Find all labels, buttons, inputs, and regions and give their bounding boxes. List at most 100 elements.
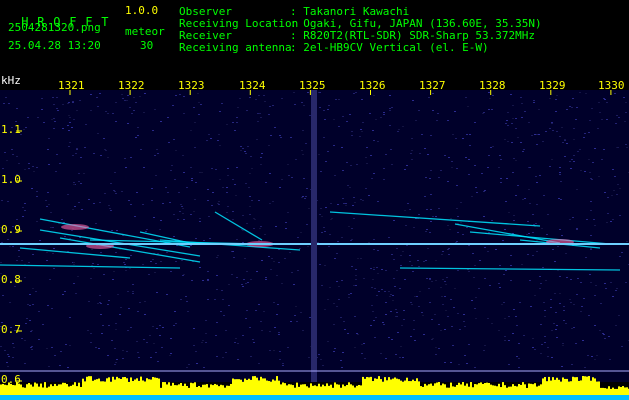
- noise-speck: [124, 158, 126, 159]
- noise-speck: [436, 120, 438, 121]
- noise-speck: [590, 282, 592, 283]
- noise-speck: [381, 289, 383, 290]
- noise-speck: [460, 222, 462, 223]
- noise-speck: [424, 148, 426, 149]
- noise-speck: [341, 367, 343, 368]
- noise-speck: [289, 252, 291, 253]
- noise-speck: [445, 310, 447, 311]
- noise-speck: [50, 212, 52, 213]
- noise-speck: [564, 140, 566, 141]
- noise-speck: [409, 261, 411, 262]
- noise-speck: [52, 227, 54, 228]
- noise-speck: [356, 164, 358, 165]
- level-bar-column: [354, 387, 356, 395]
- noise-speck: [418, 214, 420, 215]
- noise-speck: [223, 315, 225, 316]
- noise-speck: [617, 184, 619, 185]
- noise-speck: [385, 270, 387, 271]
- noise-speck: [575, 343, 577, 344]
- noise-speck: [191, 280, 193, 281]
- noise-speck: [8, 103, 10, 104]
- noise-speck: [125, 259, 127, 260]
- noise-speck: [46, 348, 48, 349]
- noise-speck: [478, 288, 480, 289]
- noise-speck: [32, 166, 34, 167]
- noise-speck: [348, 226, 350, 227]
- noise-speck: [128, 308, 130, 309]
- level-bar-column: [464, 385, 466, 395]
- noise-speck: [414, 340, 416, 341]
- noise-speck: [69, 117, 71, 118]
- noise-speck: [569, 299, 571, 300]
- noise-speck: [278, 332, 280, 333]
- noise-speck: [331, 218, 333, 219]
- noise-speck: [130, 204, 132, 205]
- level-bar-column: [188, 387, 190, 395]
- minute-label: 1326: [359, 79, 386, 92]
- noise-speck: [363, 343, 365, 344]
- noise-speck: [390, 149, 392, 150]
- noise-speck: [404, 169, 406, 170]
- level-bar-column: [136, 378, 138, 395]
- noise-speck: [353, 197, 355, 198]
- noise-speck: [345, 205, 347, 206]
- noise-speck: [425, 177, 427, 178]
- noise-speck: [199, 267, 201, 268]
- noise-speck: [462, 138, 464, 139]
- noise-speck: [32, 254, 34, 255]
- noise-speck: [571, 328, 573, 329]
- noise-speck: [441, 254, 443, 255]
- noise-speck: [532, 232, 534, 233]
- noise-speck: [465, 157, 467, 158]
- noise-speck: [121, 191, 123, 192]
- level-bar-column: [470, 382, 472, 395]
- noise-speck: [380, 117, 382, 118]
- noise-speck: [487, 167, 489, 168]
- noise-speck: [347, 185, 349, 186]
- level-bar-column: [462, 382, 464, 395]
- noise-speck: [135, 137, 137, 138]
- noise-speck: [429, 178, 431, 179]
- noise-speck: [362, 200, 364, 201]
- noise-speck: [212, 192, 214, 193]
- noise-speck: [361, 344, 363, 345]
- level-bar-column: [24, 387, 26, 395]
- level-bar-column: [146, 378, 148, 395]
- level-bar-column: [184, 383, 186, 395]
- noise-speck: [449, 229, 451, 230]
- noise-speck: [570, 168, 572, 169]
- noise-speck: [274, 127, 276, 128]
- level-bar-column: [588, 376, 590, 395]
- noise-speck: [46, 260, 48, 261]
- noise-speck: [532, 255, 534, 256]
- noise-speck: [504, 336, 506, 337]
- level-bar-column: [422, 386, 424, 395]
- noise-speck: [483, 191, 485, 192]
- noise-speck: [216, 257, 218, 258]
- noise-speck: [457, 313, 459, 314]
- noise-speck: [24, 277, 26, 278]
- level-bar-column: [162, 382, 164, 395]
- noise-speck: [573, 128, 575, 129]
- noise-speck: [136, 192, 138, 193]
- level-bar-column: [494, 385, 496, 395]
- noise-speck: [524, 111, 526, 112]
- level-bar-column: [542, 378, 544, 395]
- noise-speck: [613, 190, 615, 191]
- noise-speck: [38, 311, 40, 312]
- noise-speck: [76, 110, 78, 111]
- noise-speck: [491, 109, 493, 110]
- noise-speck: [403, 319, 405, 320]
- noise-speck: [447, 181, 449, 182]
- noise-speck: [105, 111, 107, 112]
- noise-speck: [591, 179, 593, 180]
- noise-speck: [202, 280, 204, 281]
- noise-speck: [265, 279, 267, 280]
- level-bar-column: [424, 383, 426, 395]
- level-bar-column: [158, 378, 160, 395]
- level-bar-column: [522, 382, 524, 395]
- noise-speck: [320, 359, 322, 360]
- noise-speck: [242, 335, 244, 336]
- level-bar-column: [446, 387, 448, 395]
- minute-label: 1328: [479, 79, 506, 92]
